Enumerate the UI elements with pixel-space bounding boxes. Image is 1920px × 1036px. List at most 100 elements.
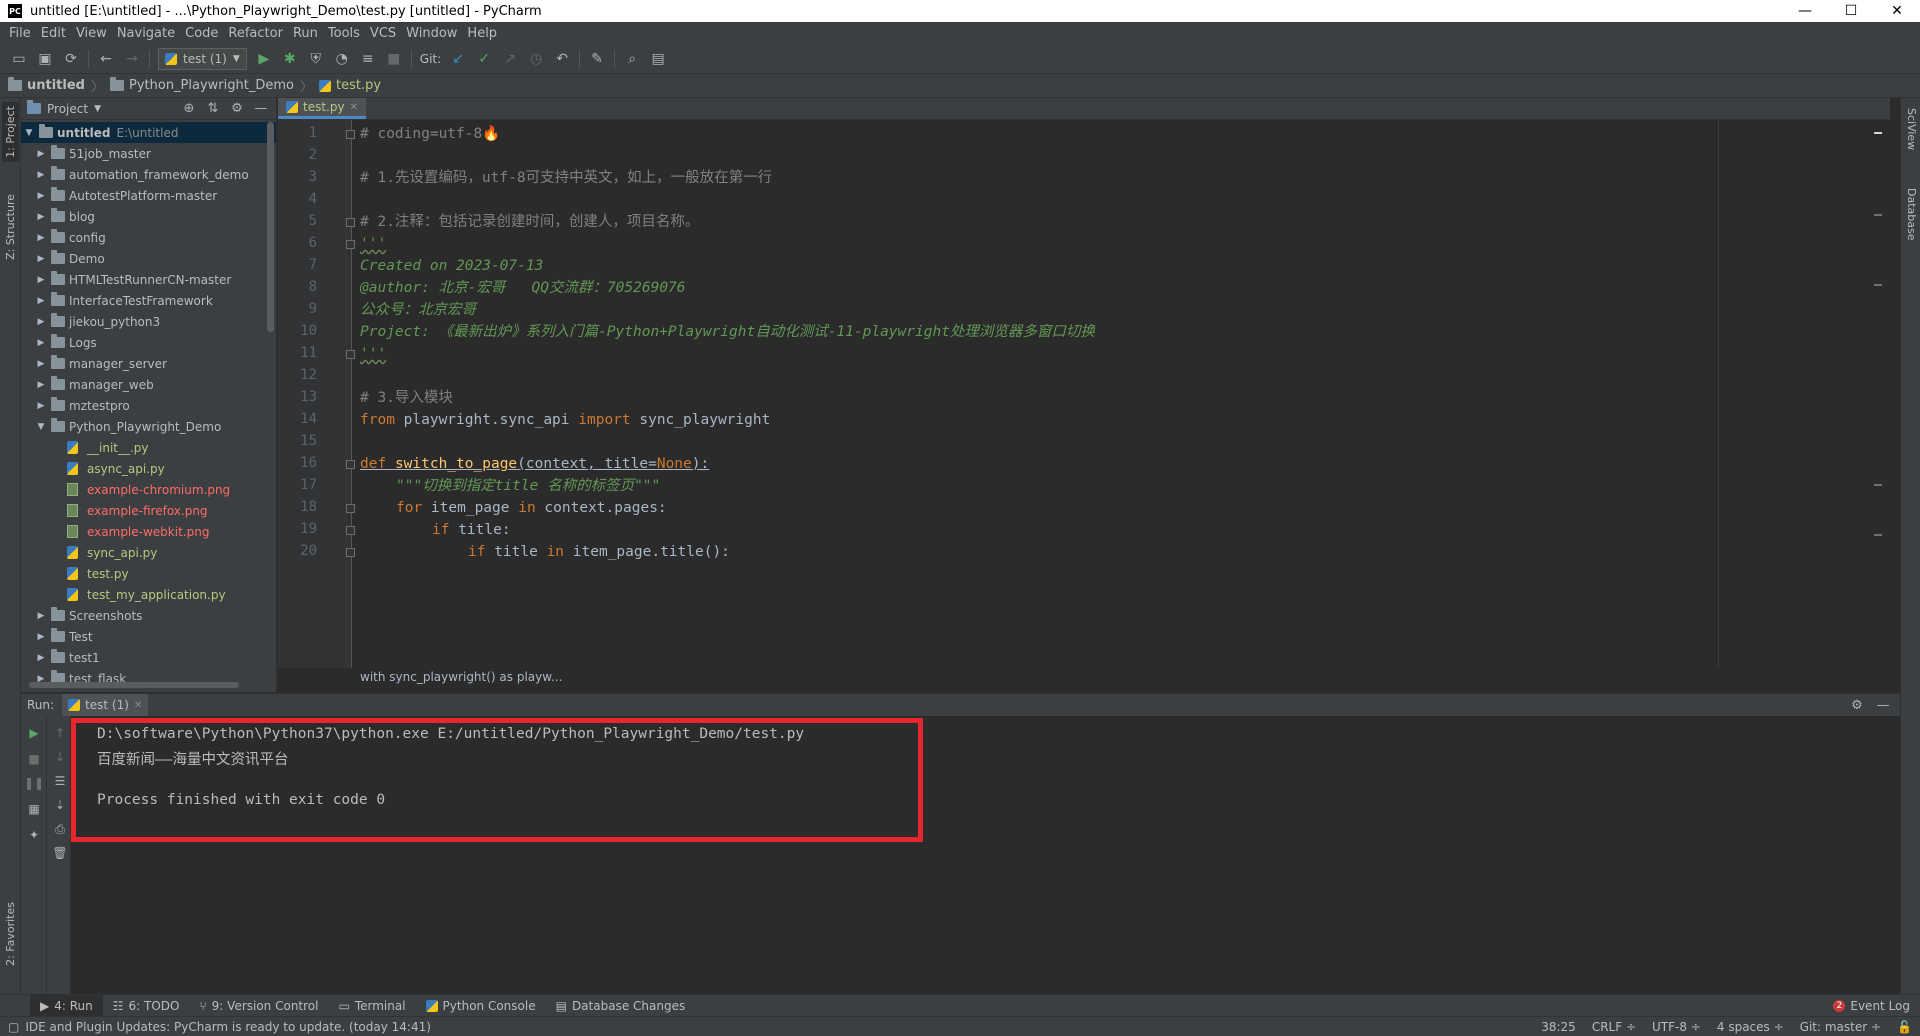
save-all-icon[interactable]: ▣ [32, 47, 58, 71]
indent-select[interactable]: 4 spaces ÷ [1709, 1020, 1792, 1034]
toolwin-database-changes[interactable]: ▤ Database Changes [546, 995, 696, 1017]
collapse-all-icon[interactable]: ⇅ [204, 101, 222, 116]
tab-sciview[interactable]: SciView [1903, 104, 1920, 154]
run-configuration-select[interactable]: test (1) ▼ [158, 47, 247, 70]
tree-item[interactable]: ▶ Logs [21, 332, 276, 353]
toolwin-python-console[interactable]: Python Console [416, 995, 546, 1017]
fold-marker[interactable] [346, 350, 355, 359]
breadcrumb-item[interactable]: untitled [8, 77, 85, 93]
chevron-right-icon[interactable]: ▶ [35, 149, 47, 159]
fold-marker[interactable] [346, 218, 355, 227]
status-window-icon[interactable]: ▢ [8, 1020, 19, 1034]
tree-item[interactable]: ▶ AutotestPlatform-master [21, 185, 276, 206]
tab-database[interactable]: Database [1903, 184, 1920, 245]
run-tab[interactable]: test (1) ✕ [62, 694, 149, 716]
rollback-icon[interactable]: ↶ [549, 47, 575, 71]
chevron-right-icon[interactable]: ▶ [35, 611, 47, 621]
chevron-right-icon[interactable]: ▶ [35, 380, 47, 390]
pause-icon[interactable]: ❚❚ [24, 774, 44, 792]
tab-project[interactable]: 1: Project [2, 102, 19, 162]
tree-item[interactable]: ▶ automation_framework_demo [21, 164, 276, 185]
rerun-icon[interactable]: ▶ [25, 724, 43, 742]
trash-icon[interactable]: 🗑 [51, 844, 69, 862]
chevron-right-icon[interactable]: ▶ [35, 296, 47, 306]
menu-refactor[interactable]: Refactor [223, 26, 288, 41]
editor-scrollbar[interactable] [1874, 124, 1882, 664]
tree-item[interactable]: ▶ Screenshots [21, 605, 276, 626]
back-arrow-icon[interactable]: ← [93, 47, 119, 71]
tree-item[interactable]: ▶ config [21, 227, 276, 248]
tree-root[interactable]: ▼ untitled E:\untitled [21, 122, 276, 143]
layout-icon[interactable]: ▦ [25, 800, 43, 818]
stop-icon[interactable]: ■ [381, 47, 407, 71]
chevron-right-icon[interactable]: ▶ [35, 632, 47, 642]
tree-item[interactable]: example-chromium.png [21, 479, 276, 500]
close-button[interactable]: ✕ [1874, 0, 1920, 22]
menu-window[interactable]: Window [401, 26, 462, 41]
menu-help[interactable]: Help [462, 26, 502, 41]
line-separator-select[interactable]: CRLF ÷ [1584, 1020, 1644, 1034]
breadcrumb-item[interactable]: Python_Playwright_Demo [110, 77, 294, 93]
tree-item[interactable]: test_my_application.py [21, 584, 276, 605]
fold-marker[interactable] [346, 526, 355, 535]
toolwin-version-control[interactable]: ⑂ 9: Version Control [189, 995, 328, 1017]
chevron-right-icon[interactable]: ▶ [35, 254, 47, 264]
tab-structure[interactable]: Z: Structure [2, 190, 19, 264]
tree-item[interactable]: ▶ mztestpro [21, 395, 276, 416]
tree-item[interactable]: __init__.py [21, 437, 276, 458]
menu-navigate[interactable]: Navigate [112, 26, 180, 41]
chevron-right-icon[interactable]: ▶ [35, 359, 47, 369]
tree-item[interactable]: async_api.py [21, 458, 276, 479]
tree-item[interactable]: test.py [21, 563, 276, 584]
chevron-right-icon[interactable]: ▶ [35, 191, 47, 201]
breadcrumb-item[interactable]: test.py [319, 78, 381, 93]
menu-vcs[interactable]: VCS [365, 26, 401, 41]
tab-favorites[interactable]: 2: Favorites [2, 898, 19, 970]
toolwin-todo[interactable]: ☷ 6: TODO [103, 995, 190, 1017]
toolwin-terminal[interactable]: ▭ Terminal [328, 995, 415, 1017]
profile-icon[interactable]: ◔ [329, 47, 355, 71]
chevron-right-icon[interactable]: ▶ [35, 170, 47, 180]
git-push-icon[interactable]: ↗ [497, 47, 523, 71]
chevron-right-icon[interactable]: ▶ [35, 233, 47, 243]
fold-marker[interactable] [346, 548, 355, 557]
event-log-button[interactable]: 2 Event Log [1823, 995, 1920, 1017]
history-icon[interactable]: ◷ [523, 47, 549, 71]
fold-marker[interactable] [346, 504, 355, 513]
project-scrollbar-vertical[interactable] [267, 122, 274, 332]
hide-icon[interactable]: — [1874, 698, 1892, 713]
tree-item[interactable]: ▶ blog [21, 206, 276, 227]
tree-item[interactable]: ▶ manager_server [21, 353, 276, 374]
menu-run[interactable]: Run [288, 26, 323, 41]
code-area[interactable]: # coding=utf-8🔥 # 1.先设置编码，utf-8可支持中英文，如上… [360, 120, 1860, 668]
menu-view[interactable]: View [71, 26, 112, 41]
status-message[interactable]: IDE and Plugin Updates: PyCharm is ready… [25, 1020, 1533, 1034]
coverage-icon[interactable]: ⛨ [303, 47, 329, 71]
down-arrow-icon[interactable]: ↓ [51, 748, 69, 766]
run-icon[interactable]: ▶ [251, 47, 277, 71]
project-scrollbar-horizontal[interactable] [29, 682, 239, 688]
toolwin-run[interactable]: ▶ 4: Run [30, 994, 103, 1017]
gear-icon[interactable]: ⚙ [228, 101, 246, 116]
search-icon[interactable]: ⌕ [619, 47, 645, 71]
tree-item[interactable]: ▶ HTMLTestRunnerCN-master [21, 269, 276, 290]
tree-item[interactable]: ▶ InterfaceTestFramework [21, 290, 276, 311]
hide-icon[interactable]: — [252, 101, 270, 116]
chevron-down-icon[interactable]: ▼ [94, 104, 101, 114]
chevron-right-icon[interactable]: ▶ [35, 338, 47, 348]
tasks-icon[interactable]: ▤ [645, 47, 671, 71]
forward-arrow-icon[interactable]: → [119, 47, 145, 71]
menu-tools[interactable]: Tools [323, 26, 365, 41]
chevron-down-icon[interactable]: ▼ [23, 128, 35, 138]
encoding-select[interactable]: UTF-8 ÷ [1644, 1020, 1709, 1034]
caret-position[interactable]: 38:25 [1533, 1020, 1584, 1034]
menu-code[interactable]: Code [180, 26, 223, 41]
chevron-right-icon[interactable]: ▶ [35, 401, 47, 411]
up-arrow-icon[interactable]: ↑ [51, 724, 69, 742]
tree-item[interactable]: sync_api.py [21, 542, 276, 563]
chevron-right-icon[interactable]: ▶ [35, 275, 47, 285]
chevron-down-icon[interactable]: ▼ [35, 422, 47, 432]
fold-marker[interactable] [346, 130, 355, 139]
close-icon[interactable]: ✕ [350, 102, 358, 113]
concurrency-icon[interactable]: ≡ [355, 47, 381, 71]
